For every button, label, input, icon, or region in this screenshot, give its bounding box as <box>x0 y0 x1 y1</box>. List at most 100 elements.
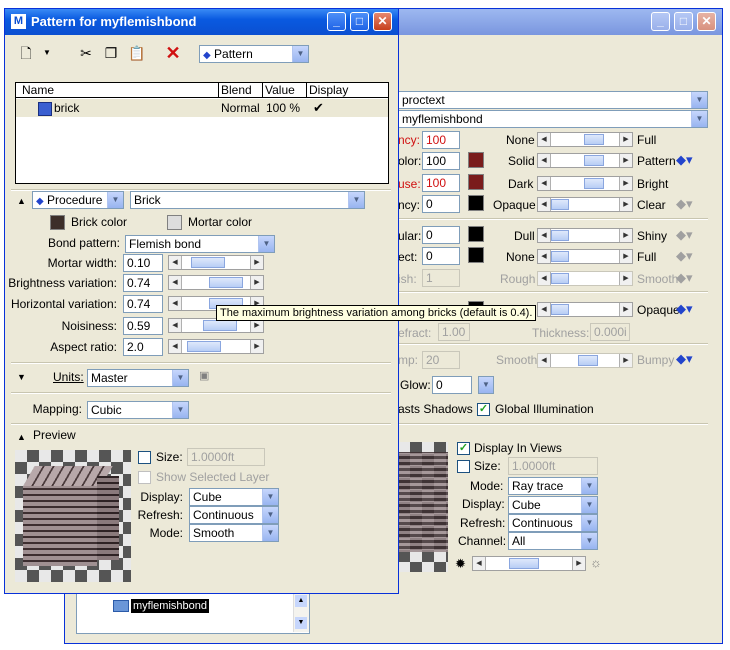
lock-icon[interactable]: ▣ <box>199 369 215 385</box>
minimize-button[interactable]: _ <box>327 12 346 31</box>
col-value[interactable]: Value <box>265 82 295 98</box>
color-swatch[interactable] <box>468 152 484 168</box>
delete-icon[interactable]: ✕ <box>162 42 184 64</box>
param-label: Brightness variation: <box>8 276 117 290</box>
preview-display-dropdown[interactable]: Cube ▼ <box>189 488 279 506</box>
copy-icon[interactable]: ❐ <box>100 42 122 64</box>
close-button[interactable]: ✕ <box>373 12 392 31</box>
specular-field[interactable]: 0 <box>422 226 460 244</box>
disabled-cube-icon: ◆▾ <box>676 196 693 211</box>
aspect-ratio-field[interactable]: 2.0 <box>123 338 163 356</box>
col-name[interactable]: Name <box>22 82 54 98</box>
pattern-cube-icon[interactable]: ◆▾ <box>676 351 693 367</box>
main-close-button[interactable]: ✕ <box>697 12 716 31</box>
units-expand-arrow-icon[interactable]: ▼ <box>17 369 26 385</box>
mortar-width-field[interactable]: 0.10 <box>123 254 163 272</box>
layer-display-check[interactable]: ✔ <box>313 100 324 116</box>
col-blend[interactable]: Blend <box>221 82 252 98</box>
maximize-button[interactable]: □ <box>350 12 369 31</box>
pattern-window: M Pattern for myflemishbond _ □ ✕ 🗋 ▼ ✂ … <box>4 8 399 594</box>
color-field[interactable]: 100 <box>422 152 460 170</box>
transparency2-field[interactable]: 0 <box>422 195 460 213</box>
units-value: Master <box>91 371 128 385</box>
procedure-dropdown[interactable]: ◆ Procedure ▼ <box>32 191 124 209</box>
refract-field[interactable]: 1.00 <box>438 323 470 341</box>
main-minimize-button[interactable]: _ <box>651 12 670 31</box>
bond-pattern-dropdown[interactable]: Flemish bond ▼ <box>125 235 275 253</box>
brightness-variation-field[interactable]: 0.74 <box>123 274 163 292</box>
preview-size-field[interactable]: 1.0000ft <box>187 448 265 466</box>
finish-field[interactable]: 1 <box>422 269 460 287</box>
color-slider[interactable]: ◀ ▶ <box>537 153 633 168</box>
map-type-dropdown[interactable]: ◆ Pattern ▼ <box>199 45 309 63</box>
diffuse-field[interactable]: 100 <box>422 174 460 192</box>
specular-slider[interactable]: ◀ ▶ <box>537 228 633 243</box>
main-mode-dropdown[interactable]: Ray trace ▼ <box>508 477 598 495</box>
main-size-checkbox[interactable] <box>457 460 470 473</box>
row-right-label: Full <box>637 250 657 264</box>
diffuse-slider[interactable]: ◀ ▶ <box>537 176 633 191</box>
horizontal-variation-field[interactable]: 0.74 <box>123 295 163 313</box>
preview-refresh-dropdown[interactable]: Continuous ▼ <box>189 506 279 524</box>
row-label: olor: <box>398 154 422 168</box>
preview-collapse-arrow-icon[interactable]: ▲ <box>17 429 26 445</box>
preview-mode-dropdown[interactable]: Smooth ▼ <box>189 524 279 542</box>
pattern-cube-icon[interactable]: ◆▾ <box>676 301 693 317</box>
main-refresh-dropdown[interactable]: Continuous ▼ <box>508 514 598 532</box>
main-channel-dropdown[interactable]: All ▼ <box>508 532 598 550</box>
table-row[interactable]: brick Normal 100 % ✔ <box>16 99 388 117</box>
col-display[interactable]: Display <box>309 82 348 98</box>
aspect-ratio-slider[interactable]: ◀ ▶ <box>168 339 264 354</box>
pattern-cube-icon[interactable]: ◆▾ <box>676 152 693 168</box>
cut-icon[interactable]: ✂ <box>75 42 97 64</box>
tree-item[interactable]: myflemishbond <box>131 599 209 613</box>
show-selected-layer-checkbox[interactable] <box>138 471 151 484</box>
bump-field[interactable]: 20 <box>422 351 460 369</box>
main-display-dropdown[interactable]: Cube ▼ <box>508 496 598 514</box>
finish-slider[interactable]: ◀ ▶ <box>537 271 633 286</box>
diffuse-swatch[interactable] <box>468 174 484 190</box>
paste-icon[interactable]: 📋 <box>126 42 148 64</box>
mortar-width-slider[interactable]: ◀ ▶ <box>168 255 264 270</box>
preview-size-checkbox[interactable] <box>138 451 151 464</box>
translucency-slider[interactable]: ◀ ▶ <box>537 302 633 317</box>
preview-refresh-value: Continuous <box>193 508 254 522</box>
light-slider[interactable]: ◀ ▶ <box>472 556 586 571</box>
mapping-dropdown[interactable]: Cubic ▼ <box>87 401 189 419</box>
light-dark-icon: ✹ <box>455 556 466 571</box>
thickness-field[interactable]: 0.000i <box>590 323 630 341</box>
noisiness-field[interactable]: 0.59 <box>123 317 163 335</box>
brick-dropdown[interactable]: Brick ▼ <box>130 191 365 209</box>
display-in-views-checkbox[interactable]: ✓ <box>457 442 470 455</box>
reflect-field[interactable]: 0 <box>422 247 460 265</box>
transparency-field[interactable]: 100 <box>422 131 460 149</box>
main-maximize-button[interactable]: □ <box>674 12 693 31</box>
brightness-variation-slider[interactable]: ◀ ▶ <box>168 275 264 290</box>
reflect-swatch[interactable] <box>468 247 484 263</box>
new-icon[interactable]: 🗋 <box>15 42 37 64</box>
reflect-slider[interactable]: ◀ ▶ <box>537 249 633 264</box>
tree-scrollbar[interactable]: ▲ ▼ <box>293 593 309 632</box>
transparency2-slider[interactable]: ◀ ▶ <box>537 197 633 212</box>
bump-slider[interactable]: ◀ ▶ <box>537 353 633 368</box>
glow-field[interactable]: 0 <box>432 376 472 394</box>
material-name-dropdown[interactable]: myflemishbond ▼ <box>398 110 708 128</box>
new-dropdown-arrow-icon[interactable]: ▼ <box>41 42 53 64</box>
mapping-value: Cubic <box>91 403 122 417</box>
transparency2-swatch[interactable] <box>468 195 484 211</box>
main-size-field[interactable]: 1.0000ft <box>508 457 598 475</box>
main-refresh-label: Refresh: <box>460 516 506 530</box>
casts-shadows-label[interactable]: asts Shadows <box>398 401 473 417</box>
layer-value: 100 % <box>266 101 301 115</box>
units-dropdown[interactable]: Master ▼ <box>87 369 189 387</box>
global-illumination-checkbox[interactable]: ✓ <box>477 403 490 416</box>
collapse-arrow-icon[interactable]: ▲ <box>17 193 26 209</box>
brick-cube-front <box>23 486 97 566</box>
specular-swatch[interactable] <box>468 226 484 242</box>
brick-color-swatch[interactable] <box>50 215 65 230</box>
mortar-color-swatch[interactable] <box>167 215 182 230</box>
bond-pattern-label: Bond pattern: <box>47 236 120 250</box>
proctext-dropdown[interactable]: proctext ▼ <box>398 91 708 109</box>
transparency-slider[interactable]: ◀ ▶ <box>537 132 633 147</box>
glow-dropdown[interactable]: ▼ <box>478 376 494 394</box>
